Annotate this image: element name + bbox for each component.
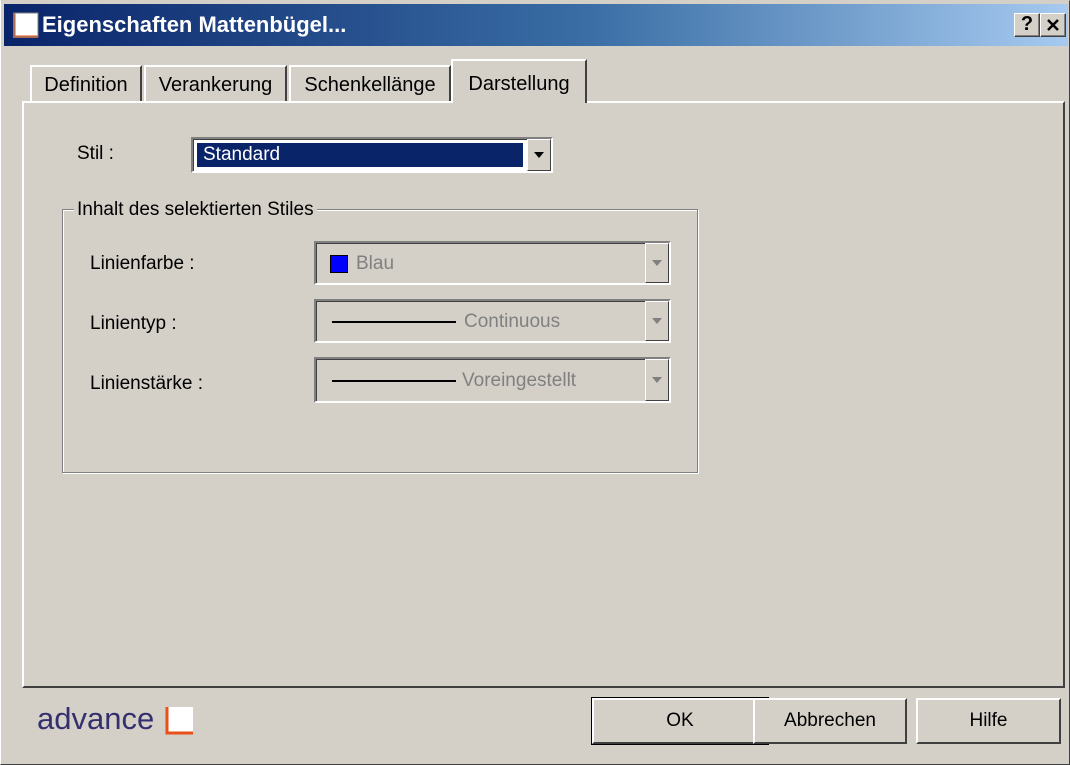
cancel-button[interactable]: Abbrechen <box>753 698 907 744</box>
close-icon <box>1047 19 1059 31</box>
brand-text: advance <box>37 701 155 736</box>
line-type-select: Continuous <box>314 299 671 343</box>
help-button[interactable]: Hilfe <box>916 698 1061 744</box>
style-dropdown-button[interactable] <box>527 139 551 171</box>
ok-button[interactable]: OK <box>591 697 769 745</box>
tab-schenkellaenge[interactable]: Schenkellänge <box>289 65 451 103</box>
style-select-value: Standard <box>203 144 281 165</box>
tab-definition[interactable]: Definition <box>30 65 142 103</box>
chevron-down-icon <box>652 377 662 383</box>
color-swatch <box>330 255 348 273</box>
app-icon <box>13 12 39 38</box>
line-weight-label: Linienstärke : <box>90 373 204 394</box>
properties-dialog: Eigenschaften Mattenbügel... ? Definitio… <box>0 0 1070 765</box>
groupbox-title: Inhalt des selektierten Stiles <box>74 199 317 221</box>
tab-verankerung[interactable]: Verankerung <box>144 65 287 103</box>
line-sample <box>332 321 456 323</box>
tab-darstellung[interactable]: Darstellung <box>451 59 587 103</box>
title-bar[interactable]: Eigenschaften Mattenbügel... ? <box>4 4 1068 46</box>
line-type-label: Linientyp : <box>90 313 177 334</box>
chevron-down-icon <box>652 318 662 324</box>
line-sample <box>332 380 456 382</box>
line-color-label: Linienfarbe : <box>90 253 195 274</box>
advance-logo-icon <box>165 707 193 735</box>
window-title: Eigenschaften Mattenbügel... <box>42 12 347 37</box>
style-select[interactable]: Standard <box>191 137 553 173</box>
help-caption-button[interactable]: ? <box>1014 13 1040 37</box>
line-color-dropdown-button <box>645 243 669 283</box>
line-weight-select: Voreingestellt <box>314 357 671 403</box>
line-weight-dropdown-button <box>645 359 669 401</box>
line-weight-value: Voreingestellt <box>462 370 577 391</box>
chevron-down-icon <box>534 152 544 158</box>
line-type-value: Continuous <box>464 311 561 332</box>
line-type-dropdown-button <box>645 301 669 341</box>
style-label: Stil : <box>77 143 114 164</box>
line-color-value: Blau <box>356 253 395 274</box>
close-button[interactable] <box>1040 13 1066 37</box>
line-color-select: Blau <box>314 241 671 285</box>
advance-logo: advance <box>37 699 195 739</box>
chevron-down-icon <box>652 260 662 266</box>
